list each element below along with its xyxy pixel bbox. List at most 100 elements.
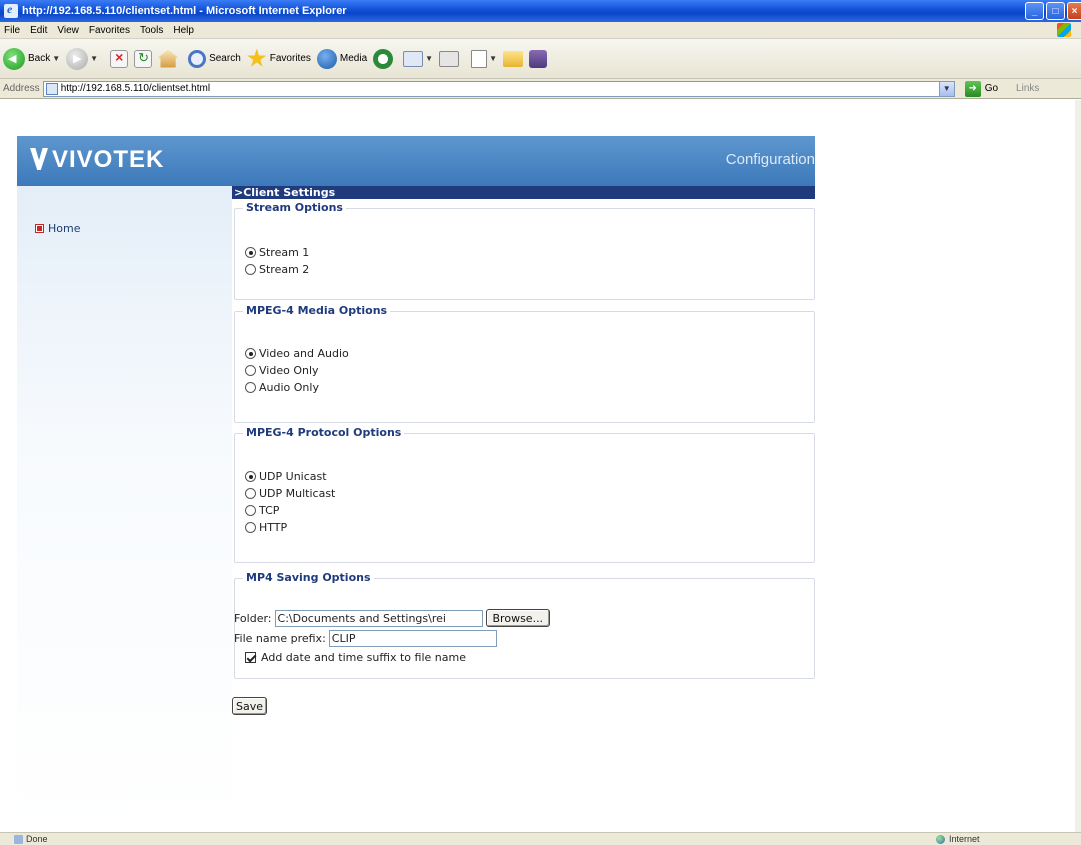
security-zone: Internet [936,834,980,844]
status-text: Done [26,834,48,844]
back-button[interactable]: Back ▼ [3,47,60,70]
option-label: TCP [259,504,280,517]
option-label: Stream 1 [259,246,310,259]
ie-icon [4,2,18,18]
udp-unicast-option[interactable]: UDP Unicast [245,468,335,485]
sidebar-item-home[interactable]: Home [35,222,81,235]
media-options-group: MPEG-4 Media Options Video and Audio Vid… [234,304,815,423]
media-icon [316,48,337,69]
radio-button[interactable] [245,247,256,258]
chevron-down-icon[interactable]: ▼ [425,54,433,63]
folder-icon [502,50,523,67]
page-viewport: VIVOTEK Configuration Home >Client Setti… [0,100,1081,832]
star-icon [247,48,267,67]
maximize-icon[interactable]: □ [1046,2,1065,20]
page-done-icon [14,834,23,844]
close-icon[interactable]: × [1067,2,1081,20]
links-button[interactable]: Links [1016,83,1039,94]
refresh-button[interactable] [134,49,153,68]
option-label: UDP Unicast [259,470,327,483]
edit-icon [471,49,488,68]
go-arrow-icon: ➜ [964,80,981,97]
print-button[interactable] [439,50,460,67]
go-button[interactable]: ➜ Go [961,80,999,97]
sidebar: Home [17,186,232,826]
browse-button[interactable]: Browse... [485,609,551,627]
radio-button[interactable] [245,348,256,359]
suffix-label: Add date and time suffix to file name [261,651,466,664]
refresh-icon [134,49,153,68]
radio-button[interactable] [245,522,256,533]
stop-button[interactable] [110,49,129,68]
favorites-button[interactable]: Favorites [247,48,311,69]
suffix-checkbox[interactable] [245,652,256,663]
radio-button[interactable] [245,488,256,499]
stream-options-group: Stream Options Stream 1 Stream 2 [234,201,815,300]
address-label: Address [3,83,40,94]
stream-2-option[interactable]: Stream 2 [245,261,309,278]
menu-file[interactable]: File [4,25,20,36]
audio-only-option[interactable]: Audio Only [245,379,349,396]
home-button[interactable] [158,49,179,68]
mail-icon [403,50,424,67]
menu-tools[interactable]: Tools [140,25,163,36]
minimize-icon[interactable]: _ [1025,2,1044,20]
address-input[interactable]: http://192.168.5.110/clientset.html ▼ [42,80,955,97]
messenger-icon [528,49,547,68]
radio-button[interactable] [245,365,256,376]
chevron-down-icon[interactable]: ▼ [938,81,954,96]
page-title: Configuration [725,151,815,168]
stream-1-option[interactable]: Stream 1 [245,244,309,261]
option-label: Audio Only [259,381,319,394]
option-label: UDP Multicast [259,487,336,500]
windows-logo-icon [1057,23,1071,37]
folder-row: Folder: C:\Documents and Settings\rei Br… [234,609,551,627]
group-legend: MPEG-4 Media Options [243,304,391,317]
video-only-option[interactable]: Video Only [245,362,349,379]
messenger-button[interactable] [528,49,547,68]
radio-button[interactable] [245,471,256,482]
section-title: >Client Settings [232,186,815,199]
search-button[interactable]: Search [188,49,241,68]
search-icon [188,49,207,68]
menu-help[interactable]: Help [173,25,194,36]
chevron-down-icon[interactable]: ▼ [52,54,60,63]
mail-button[interactable]: ▼ [403,50,433,67]
menu-view[interactable]: View [57,25,79,36]
folder-button[interactable] [502,50,523,67]
menu-edit[interactable]: Edit [30,25,47,36]
chevron-down-icon[interactable]: ▼ [489,54,497,63]
prefix-input[interactable]: CLIP [328,630,497,647]
home-icon [158,49,179,68]
http-option[interactable]: HTTP [245,519,335,536]
saving-options-group: MP4 Saving Options Folder: C:\Documents … [234,571,815,679]
radio-button[interactable] [245,505,256,516]
radio-button[interactable] [245,382,256,393]
folder-input[interactable]: C:\Documents and Settings\rei [274,609,483,627]
print-icon [439,50,460,67]
chevron-down-icon[interactable]: ▼ [90,54,98,63]
edit-button[interactable]: ▼ [471,49,497,68]
save-button[interactable]: Save [232,697,268,715]
video-and-audio-option[interactable]: Video and Audio [245,345,349,362]
radio-button[interactable] [245,264,256,275]
address-bar: Address http://192.168.5.110/clientset.h… [0,79,1081,99]
forward-button[interactable]: ▼ [66,47,98,70]
option-label: Video Only [259,364,319,377]
history-icon [373,48,394,69]
tcp-option[interactable]: TCP [245,502,335,519]
prefix-label: File name prefix: [234,632,326,645]
sidebar-item-label: Home [48,222,81,235]
favorites-label: Favorites [269,53,311,64]
udp-multicast-option[interactable]: UDP Multicast [245,485,335,502]
media-button[interactable]: Media [316,48,367,69]
history-button[interactable] [373,48,394,69]
group-legend: Stream Options [243,201,346,214]
status-bar: Done Internet [0,832,1081,845]
back-label: Back [28,53,51,64]
vertical-scrollbar[interactable] [1075,100,1081,832]
go-label: Go [984,83,999,94]
vivotek-logo-icon [30,148,48,172]
menu-favorites[interactable]: Favorites [89,25,130,36]
brand-name: VIVOTEK [52,146,165,173]
